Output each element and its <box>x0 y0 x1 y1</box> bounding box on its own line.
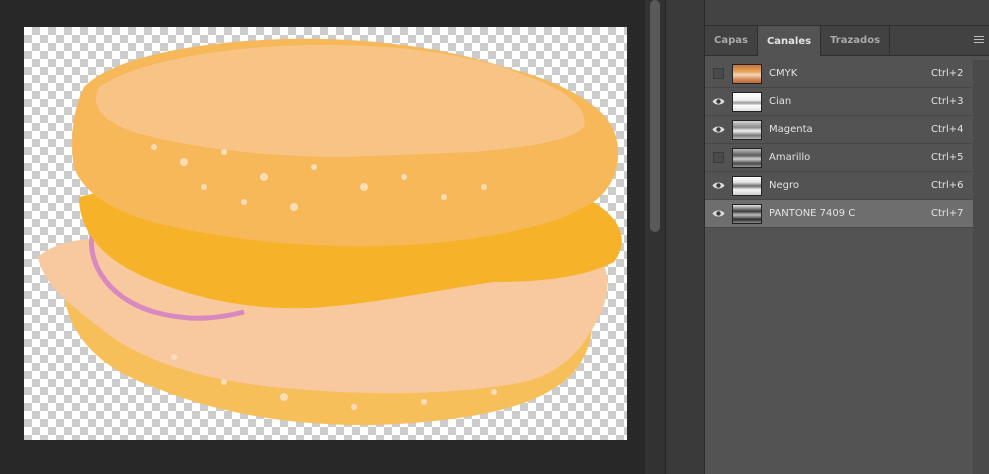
photoshop-window: Capas Canales Trazados CMYK Ctrl+2 Cian … <box>0 0 989 474</box>
channel-shortcut: Ctrl+7 <box>931 208 964 219</box>
channel-name: Negro <box>769 180 799 191</box>
channel-row-pantone[interactable]: PANTONE 7409 C Ctrl+7 <box>705 200 973 228</box>
tab-paths[interactable]: Trazados <box>821 26 891 55</box>
visibility-toggle[interactable] <box>705 144 731 171</box>
visibility-toggle[interactable] <box>705 200 731 227</box>
panel-dock-gap <box>665 0 704 474</box>
channel-shortcut: Ctrl+5 <box>931 152 964 163</box>
channel-thumbnail <box>732 203 762 224</box>
sandwich-image <box>38 38 622 426</box>
channel-thumbnail <box>732 119 762 140</box>
channel-name: Amarillo <box>769 152 811 163</box>
channel-thumbnail <box>732 63 762 84</box>
eye-icon <box>712 210 724 217</box>
document-canvas-area[interactable] <box>0 0 645 474</box>
channel-thumbnail <box>732 147 762 168</box>
hamburger-menu-icon[interactable] <box>974 36 984 45</box>
channel-shortcut: Ctrl+6 <box>931 180 964 191</box>
channel-thumbnail <box>732 175 762 196</box>
channel-name: PANTONE 7409 C <box>769 208 856 219</box>
eye-icon <box>712 126 724 133</box>
visibility-toggle[interactable] <box>705 116 731 143</box>
document-canvas[interactable] <box>24 27 627 440</box>
channel-shortcut: Ctrl+4 <box>931 124 964 135</box>
channel-shortcut: Ctrl+2 <box>931 68 964 79</box>
visibility-toggle[interactable] <box>705 60 731 87</box>
panel-tab-bar: Capas Canales Trazados <box>705 26 989 56</box>
eye-hidden-icon <box>712 68 724 79</box>
tab-channels[interactable]: Canales <box>757 26 822 56</box>
panel-scrollbar[interactable] <box>973 60 989 474</box>
channel-list: CMYK Ctrl+2 Cian Ctrl+3 Magenta Ctrl+4 A… <box>705 60 973 228</box>
channel-shortcut: Ctrl+3 <box>931 96 964 107</box>
channel-name: Magenta <box>769 124 813 135</box>
scrollbar-thumb[interactable] <box>650 0 660 232</box>
visibility-toggle[interactable] <box>705 88 731 115</box>
channel-name: Cian <box>769 96 792 107</box>
channel-row-yellow[interactable]: Amarillo Ctrl+5 <box>705 144 973 172</box>
channel-row-magenta[interactable]: Magenta Ctrl+4 <box>705 116 973 144</box>
panel-header-strip <box>705 0 989 26</box>
channels-panel: Capas Canales Trazados CMYK Ctrl+2 Cian … <box>704 0 989 474</box>
eye-hidden-icon <box>712 152 724 163</box>
channel-name: CMYK <box>769 68 798 79</box>
channel-row-cyan[interactable]: Cian Ctrl+3 <box>705 88 973 116</box>
channel-thumbnail <box>732 91 762 112</box>
visibility-toggle[interactable] <box>705 172 731 199</box>
canvas-vertical-scrollbar[interactable] <box>645 0 665 474</box>
tab-layers[interactable]: Capas <box>705 26 758 55</box>
eye-icon <box>712 182 724 189</box>
channel-row-black[interactable]: Negro Ctrl+6 <box>705 172 973 200</box>
channel-row-cmyk[interactable]: CMYK Ctrl+2 <box>705 60 973 88</box>
eye-icon <box>712 98 724 105</box>
